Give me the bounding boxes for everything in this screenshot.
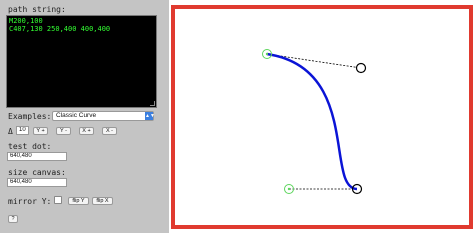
mirror-y-label: mirror Y: xyxy=(8,197,52,206)
test-dot-label: test dot: xyxy=(8,142,52,151)
delta-label: Δ xyxy=(8,127,13,136)
path-line-2: C407,130 250,400 400,400 xyxy=(9,25,111,33)
x-minus-button[interactable]: X - xyxy=(102,127,117,135)
start-point-dot xyxy=(265,52,269,56)
size-canvas-label: size canvas: xyxy=(8,168,66,177)
y-plus-button[interactable]: Y + xyxy=(33,127,48,135)
path-string-label: path string: xyxy=(8,5,66,14)
path-string-textarea[interactable]: M200,100 C407,130 250,400 400,400 xyxy=(6,15,157,108)
flip-x-button[interactable]: flip X xyxy=(92,197,113,205)
control-point-1-handle[interactable] xyxy=(355,62,367,74)
bezier-canvas[interactable] xyxy=(171,5,473,229)
examples-label: Examples: xyxy=(8,112,52,121)
help-button[interactable]: ? xyxy=(8,215,18,223)
x-plus-button[interactable]: X + xyxy=(79,127,94,135)
resize-grip-icon[interactable] xyxy=(150,101,155,106)
y-minus-button[interactable]: Y - xyxy=(56,127,71,135)
flip-y-button[interactable]: flip Y xyxy=(68,197,89,205)
examples-selected-value: Classic Curve xyxy=(56,112,97,119)
chevron-updown-icon: ▲▼ xyxy=(145,112,155,120)
delta-input[interactable]: 10 xyxy=(16,126,29,135)
path-line-1: M200,100 xyxy=(9,17,43,25)
test-dot-input[interactable]: 640,480 xyxy=(7,152,67,161)
size-canvas-input[interactable]: 640,480 xyxy=(7,178,67,187)
examples-select[interactable]: Classic Curve ▲▼ xyxy=(52,111,155,121)
mirror-y-checkbox[interactable] xyxy=(54,196,62,204)
control-point-2-dot xyxy=(287,187,291,191)
bezier-canvas-svg[interactable] xyxy=(175,9,469,225)
control-panel: path string: M200,100 C407,130 250,400 4… xyxy=(0,0,169,233)
bezier-curve xyxy=(266,52,358,191)
